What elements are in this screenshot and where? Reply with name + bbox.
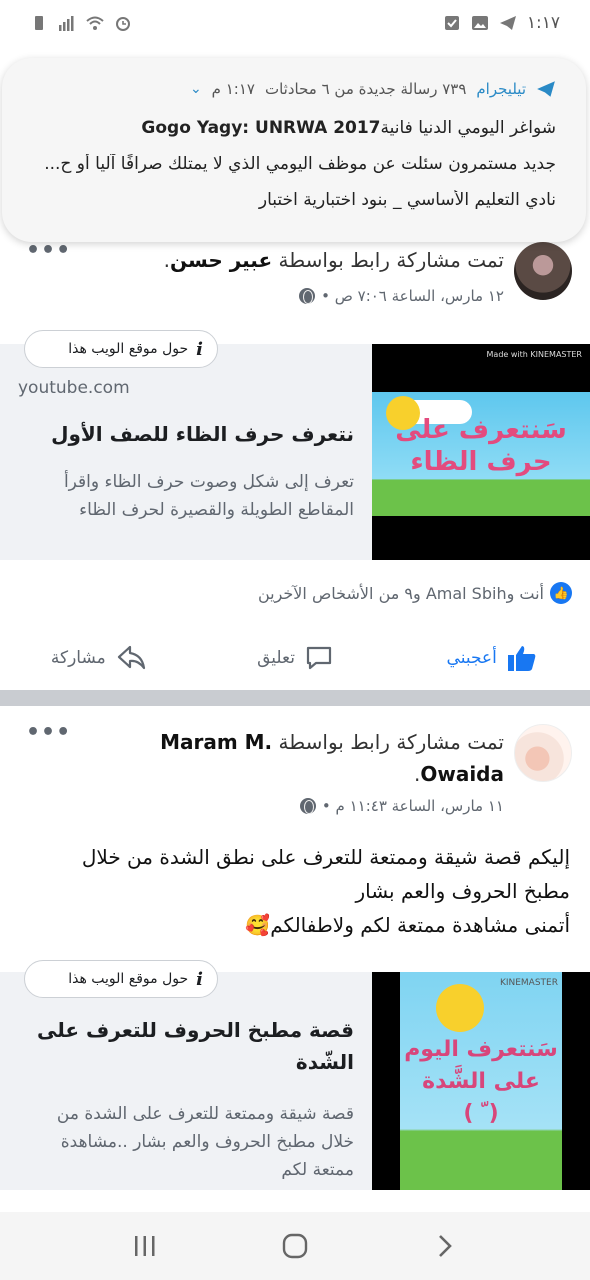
notification-header: تيليجرام ٧٣٩ رسالة جديدة من ٦ محادثات ١:… bbox=[30, 76, 556, 102]
notification-line: جديد مستمرون سئلت عن موظف اليومي الذي لا… bbox=[44, 154, 556, 174]
notification-summary: ٧٣٩ رسالة جديدة من ٦ محادثات bbox=[264, 80, 467, 98]
post-divider bbox=[0, 690, 590, 706]
check-box-icon bbox=[444, 16, 459, 30]
notification-time: ١:١٧ م bbox=[211, 80, 255, 98]
telegram-icon bbox=[499, 16, 516, 30]
notification-line: نادي التعليم الأساسي _ بنود اختبارية اخت… bbox=[258, 190, 556, 210]
link-title[interactable]: قصة مطبخ الحروف للتعرف على الشّدة bbox=[24, 1014, 354, 1078]
comment-icon bbox=[306, 646, 332, 670]
like-button[interactable]: أعجبني bbox=[393, 626, 590, 690]
status-bar: ١:١٧ bbox=[0, 0, 590, 46]
chevron-down-icon[interactable]: ⌄ bbox=[190, 81, 202, 97]
post-title: تمت مشاركة رابط بواسطة Maram M. Owaida. bbox=[160, 730, 504, 786]
share-button[interactable]: مشاركة bbox=[0, 626, 197, 690]
thumbnail-text: سَنتعرف على حرف الظاء bbox=[395, 415, 567, 477]
more-options-icon[interactable]: ••• bbox=[26, 720, 71, 745]
wifi-icon bbox=[86, 16, 104, 30]
thumbs-up-icon bbox=[507, 646, 536, 671]
alarm-icon bbox=[116, 17, 130, 31]
info-icon: i bbox=[196, 968, 203, 990]
link-description: تعرف إلى شكل وصوت حرف الظاء واقرأ المقاط… bbox=[63, 472, 354, 520]
post-meta: ١٢ مارس، الساعة ٧:٠٦ ص • bbox=[299, 287, 504, 305]
battery-icon bbox=[35, 16, 43, 30]
telegram-notification[interactable]: تيليجرام ٧٣٩ رسالة جديدة من ٦ محادثات ١:… bbox=[2, 58, 586, 242]
link-preview[interactable]: Made with KINEMASTER سَنتعرف على حرف الظ… bbox=[0, 344, 590, 560]
back-icon[interactable] bbox=[425, 1226, 465, 1266]
avatar[interactable] bbox=[514, 724, 572, 782]
status-time: ١:١٧ bbox=[526, 13, 560, 33]
video-thumbnail[interactable]: KINEMASTER سَنتعرف اليوم على الشَّدة ( ّ… bbox=[372, 972, 590, 1190]
telegram-icon bbox=[537, 81, 555, 97]
kinemaster-badge: Made with KINEMASTER bbox=[486, 350, 582, 359]
share-icon bbox=[117, 645, 145, 670]
status-left bbox=[30, 15, 132, 31]
recent-apps-icon[interactable] bbox=[125, 1226, 165, 1266]
video-thumbnail[interactable]: Made with KINEMASTER سَنتعرف على حرف الظ… bbox=[372, 344, 590, 560]
reactions-summary[interactable]: 👍 أنت وAmal Sbih و٩ من الأشخاص الآخرين bbox=[258, 582, 572, 604]
image-icon bbox=[471, 16, 488, 30]
post-title: تمت مشاركة رابط بواسطة عبير حسن. bbox=[163, 248, 504, 272]
link-description: قصة شيقة وممتعة للتعرف على الشدة من خلال… bbox=[56, 1104, 354, 1180]
link-preview[interactable]: KINEMASTER سَنتعرف اليوم على الشَّدة ( ّ… bbox=[0, 972, 590, 1190]
globe-icon bbox=[299, 798, 316, 814]
home-icon[interactable] bbox=[275, 1226, 315, 1266]
status-right: ١:١٧ bbox=[443, 13, 560, 33]
kinemaster-badge: KINEMASTER bbox=[499, 978, 558, 988]
notification-app-name: تيليجرام bbox=[476, 80, 526, 98]
about-website-button[interactable]: i حول موقع الويب هذا bbox=[24, 330, 218, 368]
signal-icon bbox=[59, 16, 74, 31]
globe-icon bbox=[299, 288, 316, 304]
link-domain: youtube.com bbox=[18, 378, 130, 398]
system-nav-bar bbox=[0, 1212, 590, 1280]
about-website-button[interactable]: i حول موقع الويب هذا bbox=[24, 960, 218, 998]
comment-button[interactable]: تعليق bbox=[197, 626, 394, 690]
post-meta: ١١ مارس، الساعة ١١:٤٣ م • bbox=[299, 797, 504, 815]
like-reaction-icon: 👍 bbox=[550, 582, 572, 604]
link-title[interactable]: نتعرف حرف الظاء للصف الأول bbox=[14, 418, 354, 450]
avatar[interactable] bbox=[514, 242, 572, 300]
info-icon: i bbox=[196, 338, 203, 360]
thumbnail-text: سَنتعرف اليوم على الشَّدة ( ّ ) bbox=[404, 1037, 558, 1126]
post-author[interactable]: عبير حسن bbox=[170, 248, 272, 272]
notification-line: شواغر اليومي الدنيا فانيةGogo Yagy: UNRW… bbox=[141, 118, 556, 138]
post-text: إليكم قصة شيقة وممتعة للتعرف على نطق الش… bbox=[81, 845, 570, 937]
post-actions: أعجبني تعليق مشاركة bbox=[0, 626, 590, 690]
